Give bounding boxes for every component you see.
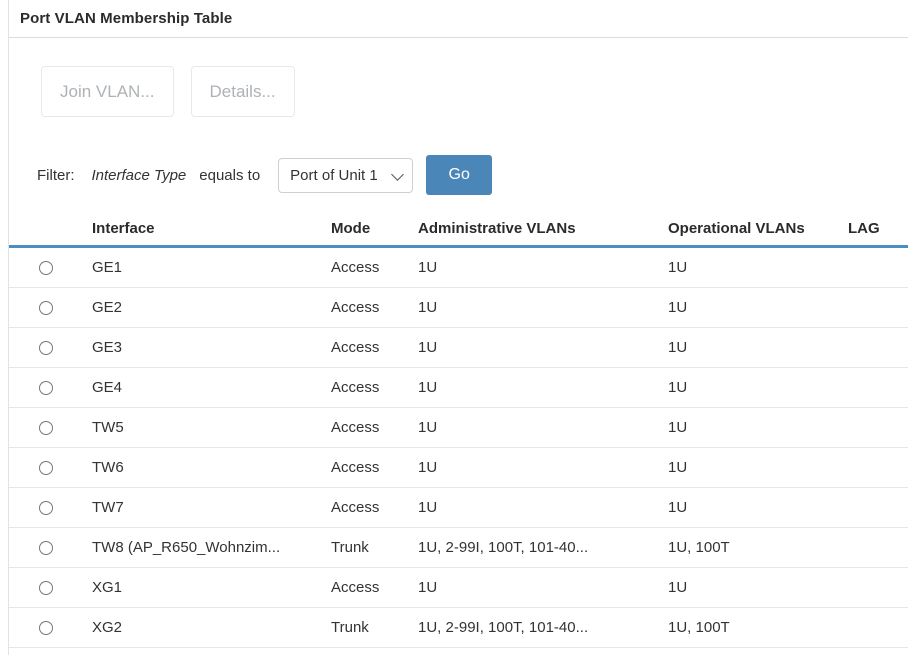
row-select-cell bbox=[9, 420, 83, 435]
cell-mode: Access bbox=[331, 259, 380, 276]
cell-operational-vlans: 1U, 100T bbox=[668, 539, 730, 556]
row-select-cell bbox=[9, 340, 83, 355]
cell-interface: GE1 bbox=[92, 259, 123, 276]
vlan-membership-table: Interface Mode Administrative VLANs Oper… bbox=[9, 213, 908, 648]
cell-administrative-vlans: 1U, 2-99I, 100T, 101-40... bbox=[418, 539, 589, 556]
cell-mode: Trunk bbox=[331, 539, 369, 556]
row-radio-button[interactable] bbox=[39, 460, 53, 475]
interface-type-select-value: Port of Unit 1 bbox=[290, 166, 378, 184]
table-row[interactable]: XG1 Access 1U 1U bbox=[9, 568, 908, 608]
row-radio-button[interactable] bbox=[39, 500, 53, 515]
cell-mode: Access bbox=[331, 379, 380, 396]
table-row[interactable]: TW7 Access 1U 1U bbox=[9, 488, 908, 528]
cell-operational-vlans: 1U bbox=[668, 579, 688, 596]
cell-interface: XG2 bbox=[92, 619, 123, 636]
filter-label: Filter: bbox=[37, 166, 75, 184]
details-button[interactable]: Details... bbox=[190, 66, 295, 117]
port-vlan-membership-page: Port VLAN Membership Table Join VLAN... … bbox=[0, 0, 908, 655]
cell-interface: XG1 bbox=[92, 579, 123, 596]
cell-mode: Access bbox=[331, 339, 380, 356]
table-row[interactable]: TW5 Access 1U 1U bbox=[9, 408, 908, 448]
cell-administrative-vlans: 1U bbox=[418, 419, 438, 436]
row-select-cell bbox=[9, 620, 83, 635]
cell-operational-vlans: 1U bbox=[668, 419, 688, 436]
table-body: GE1 Access 1U 1U GE2 Access 1U 1U GE3 Access 1U 1U G… bbox=[9, 248, 908, 648]
row-radio-button[interactable] bbox=[39, 260, 53, 275]
row-radio-button[interactable] bbox=[39, 340, 53, 355]
cell-interface: TW8 (AP_R650_Wohnzim... bbox=[92, 539, 281, 556]
table-header-row: Interface Mode Administrative VLANs Oper… bbox=[9, 213, 908, 243]
cell-mode: Trunk bbox=[331, 619, 369, 636]
cell-operational-vlans: 1U bbox=[668, 259, 688, 276]
row-radio-button[interactable] bbox=[39, 380, 53, 395]
cell-mode: Access bbox=[331, 579, 380, 596]
cell-administrative-vlans: 1U, 2-99I, 100T, 101-40... bbox=[418, 619, 589, 636]
row-radio-button[interactable] bbox=[39, 580, 53, 595]
filter-bar: Filter: Interface Type equals to Port of… bbox=[37, 153, 493, 197]
row-radio-button[interactable] bbox=[39, 300, 53, 315]
header-administrative-vlans: Administrative VLANs bbox=[418, 219, 576, 237]
cell-interface: GE2 bbox=[92, 299, 123, 316]
cell-operational-vlans: 1U, 100T bbox=[668, 619, 730, 636]
row-radio-button[interactable] bbox=[39, 540, 53, 555]
cell-operational-vlans: 1U bbox=[668, 499, 688, 516]
row-select-cell bbox=[9, 540, 83, 555]
cell-operational-vlans: 1U bbox=[668, 379, 688, 396]
cell-mode: Access bbox=[331, 419, 380, 436]
cell-interface: GE4 bbox=[92, 379, 123, 396]
cell-operational-vlans: 1U bbox=[668, 339, 688, 356]
header-operational-vlans: Operational VLANs bbox=[668, 219, 805, 237]
filter-operator: equals to bbox=[199, 166, 261, 184]
cell-interface: TW7 bbox=[92, 499, 124, 516]
filter-field-name: Interface Type bbox=[91, 166, 187, 184]
cell-interface: GE3 bbox=[92, 339, 123, 356]
row-select-cell bbox=[9, 260, 83, 275]
panel-header: Port VLAN Membership Table bbox=[9, 0, 908, 38]
table-row[interactable]: GE3 Access 1U 1U bbox=[9, 328, 908, 368]
cell-administrative-vlans: 1U bbox=[418, 459, 438, 476]
table-row[interactable]: GE2 Access 1U 1U bbox=[9, 288, 908, 328]
header-mode: Mode bbox=[331, 219, 371, 237]
table-row[interactable]: TW8 (AP_R650_Wohnzim... Trunk 1U, 2-99I, 1… bbox=[9, 528, 908, 568]
interface-type-select[interactable]: Port of Unit 1 bbox=[278, 157, 414, 193]
row-select-cell bbox=[9, 300, 83, 315]
cell-interface: TW6 bbox=[92, 459, 124, 476]
cell-operational-vlans: 1U bbox=[668, 459, 688, 476]
table-row[interactable]: TW6 Access 1U 1U bbox=[9, 448, 908, 488]
header-lag: LAG bbox=[848, 219, 880, 237]
cell-administrative-vlans: 1U bbox=[418, 259, 438, 276]
cell-mode: Access bbox=[331, 459, 380, 476]
page-title: Port VLAN Membership Table bbox=[20, 10, 233, 27]
action-button-group: Join VLAN... Details... bbox=[41, 66, 295, 117]
row-select-cell bbox=[9, 500, 83, 515]
cell-administrative-vlans: 1U bbox=[418, 499, 438, 516]
table-row[interactable]: GE1 Access 1U 1U bbox=[9, 248, 908, 288]
cell-mode: Access bbox=[331, 299, 380, 316]
table-row[interactable]: GE4 Access 1U 1U bbox=[9, 368, 908, 408]
cell-administrative-vlans: 1U bbox=[418, 579, 438, 596]
cell-interface: TW5 bbox=[92, 419, 124, 436]
cell-mode: Access bbox=[331, 499, 380, 516]
row-select-cell bbox=[9, 460, 83, 475]
join-vlan-button[interactable]: Join VLAN... bbox=[41, 66, 174, 117]
table-row[interactable]: XG2 Trunk 1U, 2-99I, 100T, 101-40... 1U, 10… bbox=[9, 608, 908, 648]
cell-administrative-vlans: 1U bbox=[418, 299, 438, 316]
cell-operational-vlans: 1U bbox=[668, 299, 688, 316]
go-button[interactable]: Go bbox=[426, 155, 493, 195]
row-select-cell bbox=[9, 380, 83, 395]
row-select-cell bbox=[9, 580, 83, 595]
header-interface: Interface bbox=[92, 219, 155, 237]
row-radio-button[interactable] bbox=[39, 420, 53, 435]
chevron-down-icon bbox=[391, 168, 405, 181]
cell-administrative-vlans: 1U bbox=[418, 379, 438, 396]
cell-administrative-vlans: 1U bbox=[418, 339, 438, 356]
row-radio-button[interactable] bbox=[39, 620, 53, 635]
